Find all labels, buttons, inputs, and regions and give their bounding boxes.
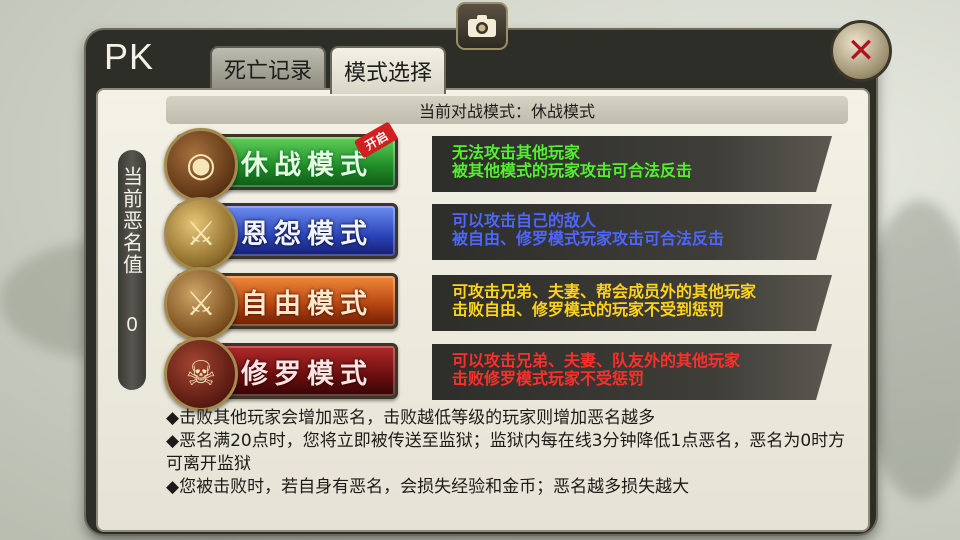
evil-value: 0 <box>126 314 138 336</box>
rules-text: ◆击败其他玩家会增加恶名，击败越低等级的玩家则增加恶名越多 ◆恶名满20点时，您… <box>166 407 856 499</box>
shield-icon: ◉ <box>164 128 238 202</box>
tab-mode-select[interactable]: 模式选择 <box>330 46 446 94</box>
rule-line: ◆您被击败时，若自身有恶名，会损失经验和金币；恶名越多损失越大 <box>166 477 690 497</box>
description-line: 可以攻击自己的敌人 <box>452 211 597 230</box>
helmet-swords-icon: ⚔ <box>164 197 238 271</box>
rule-line: ◆恶名满20点时，您将立即被传送至监狱；监狱内每在线3分钟降低1点恶名，恶名为0… <box>166 431 846 474</box>
crossed-swords-icon: ⚔ <box>164 267 238 341</box>
close-icon: ✕ <box>846 31 876 71</box>
tab-death-record[interactable]: 死亡记录 <box>210 46 326 92</box>
camera-icon-glyph <box>468 15 496 37</box>
description-line: 被自由、修罗模式玩家攻击可合法反击 <box>452 229 725 248</box>
description-line: 可以攻击兄弟、夫妻、队友外的其他玩家 <box>452 351 741 370</box>
rule-line: ◆击败其他玩家会增加恶名，击败越低等级的玩家则增加恶名越多 <box>166 408 656 428</box>
mode-description-free: 可攻击兄弟、夫妻、帮会成员外的其他玩家 击败自由、修罗模式的玩家不受到惩罚 <box>432 275 832 331</box>
mode-description-asura: 可以攻击兄弟、夫妻、队友外的其他玩家 击败修罗模式玩家不受惩罚 <box>432 344 832 400</box>
demon-mask-icon: ☠ <box>164 337 238 411</box>
description-line: 击败自由、修罗模式的玩家不受到惩罚 <box>452 300 725 319</box>
window-title: PK <box>104 36 155 77</box>
description-line: 可攻击兄弟、夫妻、帮会成员外的其他玩家 <box>452 282 757 301</box>
evil-label: 当前恶名值 <box>119 166 144 276</box>
description-line: 击败修罗模式玩家不受惩罚 <box>452 369 645 388</box>
mode-description-grudge: 可以攻击自己的敌人 被自由、修罗模式玩家攻击可合法反击 <box>432 204 832 260</box>
description-line: 被其他模式的玩家攻击可合法反击 <box>452 161 693 180</box>
evil-value-box: 当前恶名值 0 <box>118 150 146 390</box>
description-line: 无法攻击其他玩家 <box>452 143 581 162</box>
current-mode-bar: 当前对战模式：休战模式 <box>166 96 848 124</box>
mode-description-truce: 无法攻击其他玩家 被其他模式的玩家攻击可合法反击 <box>432 136 832 192</box>
camera-icon[interactable] <box>456 2 508 50</box>
close-button[interactable]: ✕ <box>830 20 892 82</box>
